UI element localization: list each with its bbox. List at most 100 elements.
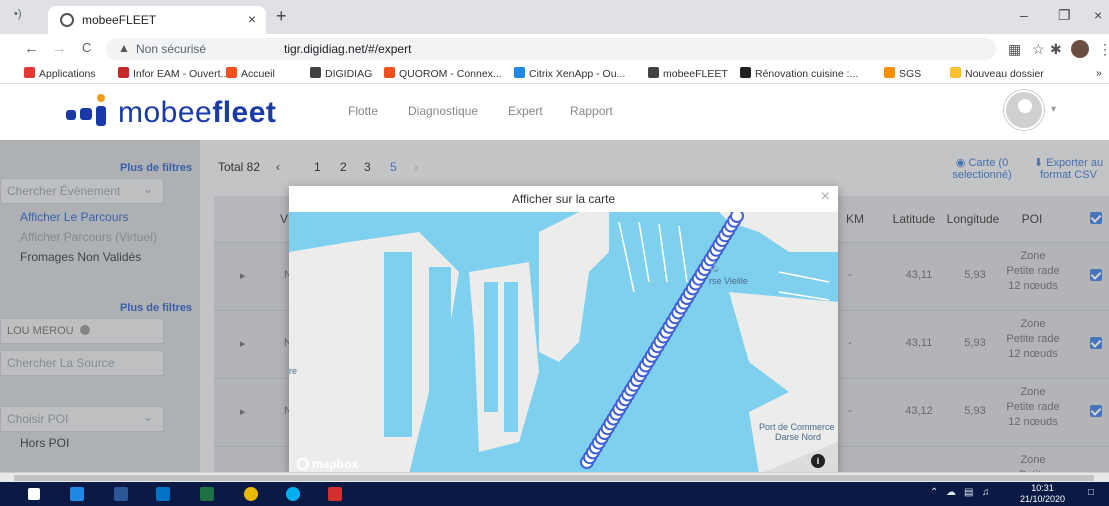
bookmarks-bar: Applications Infor EAM - Ouvert... Accueil…	[0, 64, 1109, 84]
bookmark-favicon-icon	[310, 67, 321, 78]
outlook-icon[interactable]	[156, 487, 170, 501]
new-tab-button[interactable]: +	[276, 6, 287, 27]
back-button[interactable]: ←	[24, 40, 39, 57]
profile-avatar-icon[interactable]	[1071, 40, 1089, 58]
nav-rapport[interactable]: Rapport	[570, 104, 613, 118]
bookmark-item[interactable]: SGS	[884, 67, 921, 80]
tray-chevron-icon[interactable]: ⌃	[930, 487, 938, 498]
dock-basin-1	[384, 252, 412, 437]
reload-button[interactable]: C	[82, 40, 91, 55]
skype-icon[interactable]	[286, 487, 300, 501]
nav-expert[interactable]: Expert	[508, 104, 543, 118]
bookmark-favicon-icon	[884, 67, 895, 78]
bookmark-label: Infor EAM - Ouvert...	[133, 68, 230, 80]
volume-icon[interactable]: ♫	[982, 487, 990, 498]
taskbar-clock[interactable]: 10:31 21/10/2020	[1020, 483, 1065, 505]
map-label-darse-nord: Darse Nord	[775, 432, 822, 442]
translate-icon[interactable]: ▦	[1008, 41, 1021, 58]
onedrive-icon[interactable]: ☁	[946, 487, 956, 498]
bookmark-item[interactable]: QUOROM - Connex...	[384, 67, 502, 80]
bookmark-favicon-icon	[118, 67, 129, 78]
mapbox-attribution[interactable]: mapbox	[297, 457, 358, 471]
info-icon[interactable]: i	[811, 454, 825, 468]
extensions-puzzle-icon[interactable]: ✱	[1050, 41, 1062, 58]
bookmark-item[interactable]: Citrix XenApp - Ou...	[514, 67, 625, 80]
bookmark-label: Citrix XenApp - Ou...	[529, 68, 626, 80]
notifications-icon[interactable]: □	[1088, 487, 1094, 498]
bookmark-favicon-icon	[226, 67, 237, 78]
bookmark-favicon-icon	[648, 67, 659, 78]
bookmark-favicon-icon	[24, 67, 35, 78]
bookmark-label: mobeeFLEET	[663, 68, 728, 80]
file-explorer-icon[interactable]	[70, 487, 84, 501]
bookmark-favicon-icon	[950, 67, 961, 78]
land-jetty	[539, 212, 609, 362]
anchor-icon: ⚓	[709, 262, 721, 272]
bookmark-label: SGS	[899, 68, 922, 80]
clock-date: 21/10/2020	[1020, 494, 1066, 504]
acrobat-icon[interactable]	[328, 487, 342, 501]
windows-taskbar: ⌃ ☁ ▤ ♫ 10:31 21/10/2020 □	[0, 482, 1109, 506]
warning-triangle-icon: ▲	[118, 41, 130, 55]
network-icon[interactable]: ▤	[964, 487, 973, 498]
bookmarks-overflow-button[interactable]: »	[1096, 67, 1102, 79]
address-toolbar: ← → C ▲ Non sécurisé tigr.digidiag.net/#…	[0, 34, 1109, 64]
bookmark-item[interactable]: Nouveau dossier	[950, 67, 1044, 80]
tab-close-icon[interactable]: ×	[248, 11, 256, 27]
bookmark-label: Nouveau dossier	[965, 68, 1044, 80]
bookmark-favicon-icon	[514, 67, 525, 78]
bookmark-item[interactable]: Infor EAM - Ouvert...	[118, 67, 229, 80]
excel-icon[interactable]	[200, 487, 214, 501]
globe-icon	[60, 13, 74, 27]
user-avatar[interactable]	[1004, 90, 1044, 130]
map-canvas	[289, 212, 838, 474]
clock-time: 10:31	[1031, 483, 1054, 493]
bookmark-favicon-icon	[740, 67, 751, 78]
star-bookmark-icon[interactable]: ☆	[1032, 41, 1045, 58]
horizontal-scrollbar[interactable]	[0, 472, 1109, 482]
tab-mobeefleet[interactable]: mobeeFLEET ×	[48, 6, 266, 34]
dock-basin-4	[504, 282, 518, 432]
map-modal: Afficher sur la carte × ⚓ rse Vieille Po…	[289, 186, 838, 474]
nav-flotte[interactable]: Flotte	[348, 104, 378, 118]
app-header: mobeefleet Flotte Diagnostique Expert Ra…	[0, 84, 1109, 140]
mapbox-logo-icon	[297, 458, 309, 470]
modal-close-icon[interactable]: ×	[821, 188, 830, 206]
map-label-fragment: re	[289, 366, 298, 376]
nav-diagnostique[interactable]: Diagnostique	[408, 104, 478, 118]
land-right	[729, 292, 838, 474]
forward-button[interactable]: →	[52, 40, 67, 57]
map-label-port-commerce: Port de Commerce	[759, 422, 835, 432]
bookmark-item[interactable]: Applications	[24, 67, 96, 80]
route-point-marker[interactable]	[730, 212, 744, 223]
maximize-button[interactable]: ❐	[1058, 7, 1071, 24]
address-bar[interactable]: ▲ Non sécurisé tigr.digidiag.net/#/exper…	[106, 38, 996, 60]
mobeefleet-logo-icon	[66, 94, 114, 128]
windows-start-icon[interactable]	[28, 488, 40, 500]
bookmark-label: Accueil	[241, 68, 275, 80]
security-label[interactable]: Non sécurisé	[136, 42, 206, 56]
browser-tabstrip: •) mobeeFLEET × + – ❐ ×	[0, 0, 1109, 34]
bookmark-label: Rénovation cuisine :...	[755, 68, 859, 80]
app-logo-text[interactable]: mobeefleet	[118, 96, 276, 130]
bookmark-label: DIGIDIAG	[325, 68, 373, 80]
bookmark-label: Applications	[39, 68, 96, 80]
modal-title: Afficher sur la carte	[511, 192, 616, 206]
scrollbar-thumb[interactable]	[14, 475, 1094, 481]
url-text[interactable]: tigr.digidiag.net/#/expert	[284, 42, 411, 56]
tab-title: mobeeFLEET	[82, 13, 157, 27]
bookmark-item[interactable]: DIGIDIAG	[310, 67, 372, 80]
bookmark-label: QUOROM - Connex...	[399, 68, 502, 80]
bookmark-item[interactable]: mobeeFLEET	[648, 67, 728, 80]
word-icon[interactable]	[114, 487, 128, 501]
user-menu-caret-icon[interactable]: ▾	[1051, 104, 1056, 115]
close-window-button[interactable]: ×	[1094, 7, 1102, 23]
menu-kebab-icon[interactable]: ⋮	[1098, 41, 1109, 58]
bookmark-item[interactable]: Rénovation cuisine :...	[740, 67, 858, 80]
map-view[interactable]: ⚓ rse Vieille Port de Commerce Darse Nor…	[289, 212, 838, 474]
bookmark-favicon-icon	[384, 67, 395, 78]
previous-tab-stub[interactable]: •)	[14, 8, 22, 20]
bookmark-item[interactable]: Accueil	[226, 67, 275, 80]
minimize-button[interactable]: –	[1020, 7, 1028, 23]
chrome-icon[interactable]	[244, 487, 258, 501]
